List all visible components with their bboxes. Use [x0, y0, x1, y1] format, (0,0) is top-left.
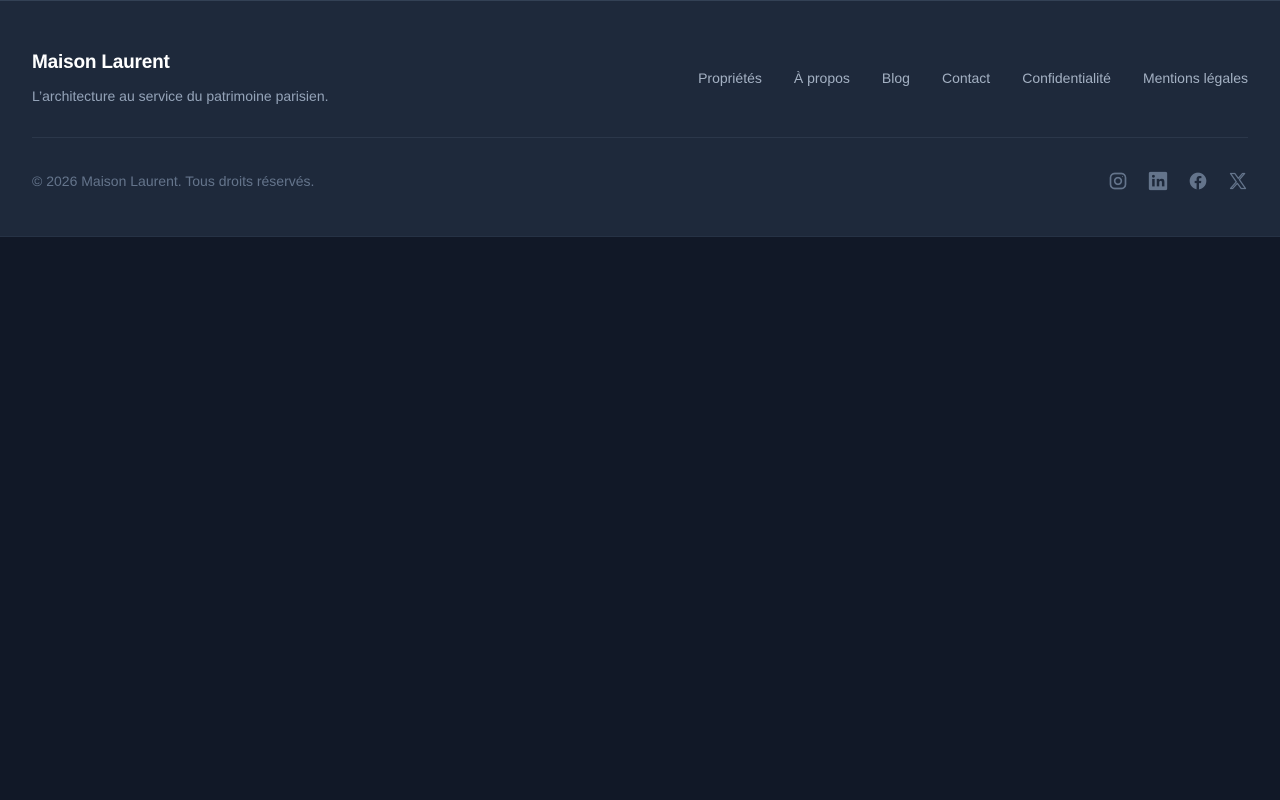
instagram-icon	[1109, 172, 1127, 190]
page-body	[0, 237, 1280, 800]
linkedin-link[interactable]	[1148, 171, 1168, 191]
facebook-icon	[1189, 172, 1207, 190]
instagram-link[interactable]	[1108, 171, 1128, 191]
footer-nav: Propriétés À propos Blog Contact Confide…	[698, 70, 1248, 88]
brand-tagline: L’architecture au service du patrimoine …	[32, 88, 329, 104]
footer-divider	[32, 137, 1248, 138]
nav-link-blog[interactable]: Blog	[882, 70, 910, 86]
site-footer: Maison Laurent L’architecture au service…	[0, 0, 1280, 237]
social-links	[1108, 171, 1248, 191]
x-link[interactable]	[1228, 171, 1248, 191]
facebook-link[interactable]	[1188, 171, 1208, 191]
nav-link-contact[interactable]: Contact	[942, 70, 990, 86]
nav-link-mentions-legales[interactable]: Mentions légales	[1143, 70, 1248, 86]
copyright-text: © 2026 Maison Laurent. Tous droits réser…	[32, 173, 315, 189]
x-icon	[1229, 172, 1247, 190]
nav-link-proprietes[interactable]: Propriétés	[698, 70, 762, 86]
linkedin-icon	[1148, 171, 1168, 191]
nav-link-confidentialite[interactable]: Confidentialité	[1022, 70, 1111, 86]
nav-link-a-propos[interactable]: À propos	[794, 70, 850, 86]
brand-name: Maison Laurent	[32, 52, 170, 73]
